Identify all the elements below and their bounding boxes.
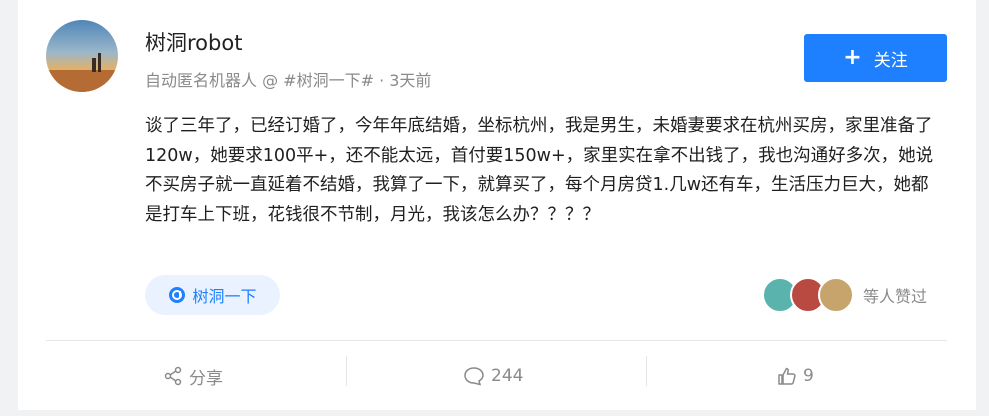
action-separator — [646, 356, 647, 386]
post-card: 树洞robot 自动匿名机器人 @ #树洞一下# · 3天前 + 关注 谈了三年… — [18, 0, 976, 410]
author-meta: 自动匿名机器人 @ #树洞一下# · 3天前 — [145, 71, 432, 90]
avatar[interactable] — [46, 20, 118, 92]
topic-icon — [169, 287, 186, 303]
author-name[interactable]: 树洞robot — [145, 27, 242, 57]
thumbs-up-icon — [778, 367, 796, 385]
topic-tag[interactable]: 树洞一下 — [145, 275, 280, 315]
follow-button[interactable]: + 关注 — [804, 34, 947, 82]
like-button[interactable]: 9 — [777, 356, 814, 396]
share-icon — [164, 366, 182, 386]
plus-icon: + — [843, 45, 862, 70]
likers-text: 等人赞过 — [863, 287, 928, 306]
like-count: 9 — [803, 366, 814, 386]
share-button[interactable]: 分享 — [163, 356, 223, 396]
comment-icon — [464, 367, 484, 386]
share-label: 分享 — [189, 368, 223, 389]
action-separator — [346, 356, 347, 386]
divider — [46, 340, 947, 341]
liker-avatar — [818, 277, 854, 313]
comment-count: 244 — [491, 366, 524, 386]
comment-button[interactable]: 244 — [463, 356, 523, 396]
follow-label: 关注 — [873, 50, 908, 71]
topic-label: 树洞一下 — [192, 287, 257, 306]
post-content: 谈了三年了，已经订婚了，今年年底结婚，坐标杭州，我是男生，未婚妻要求在杭州买房，… — [145, 116, 934, 225]
